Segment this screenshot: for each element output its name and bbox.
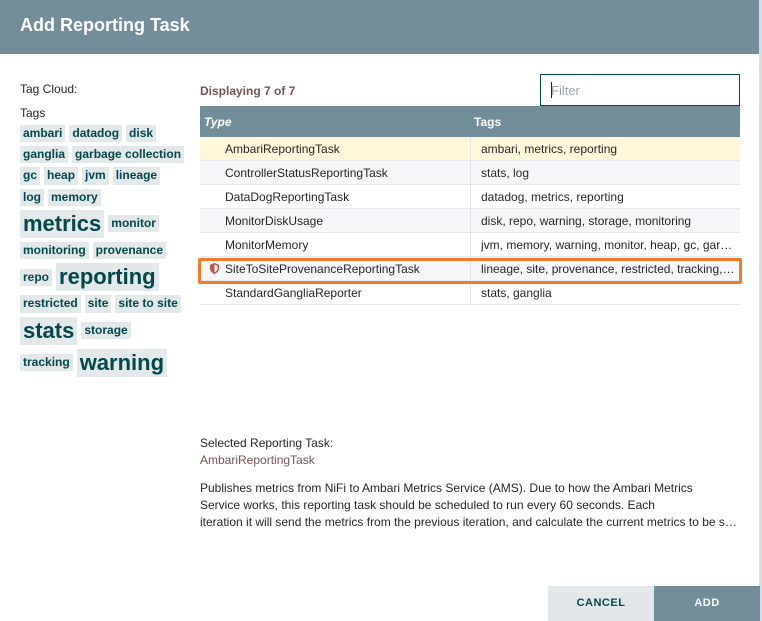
column-divider: [470, 185, 471, 209]
add-reporting-task-dialog: Add Reporting Task Tag Cloud: Tags ambar…: [0, 0, 762, 621]
table-row[interactable]: ControllerStatusReportingTask stats, log: [200, 161, 740, 185]
row-tags: lineage, site, provenance, restricted, t…: [481, 262, 737, 276]
row-type: StandardGangliaReporter: [225, 286, 362, 300]
tag-cloud-tag[interactable]: site to site: [115, 295, 181, 313]
tag-cloud-tag[interactable]: jvm: [82, 167, 109, 185]
column-divider: [470, 257, 471, 281]
column-divider: [470, 209, 471, 233]
column-header-tags[interactable]: Tags: [474, 115, 501, 129]
column-divider: [470, 161, 471, 185]
tag-cloud-tag[interactable]: metrics: [20, 209, 105, 238]
row-tags: datadog, metrics, reporting: [481, 190, 624, 204]
tag-cloud-tag[interactable]: lineage: [112, 167, 161, 185]
column-header-type[interactable]: Type: [204, 115, 232, 129]
description-line: iteration it will send the metrics from …: [200, 515, 740, 529]
table-row[interactable]: StandardGangliaReporter stats, ganglia: [200, 281, 740, 305]
row-type: DataDogReportingTask: [225, 190, 350, 204]
tag-cloud: ambari datadog disk ganglia garbage collecti…: [20, 125, 190, 381]
tag-cloud-tag[interactable]: garbage collection: [72, 146, 185, 164]
reporting-task-table: Type Tags AmbariReportingTask ambari, met…: [200, 106, 740, 305]
tag-cloud-tag[interactable]: memory: [48, 188, 101, 206]
selected-task-label: Selected Reporting Task:: [200, 436, 334, 450]
tag-cloud-tag[interactable]: ganglia: [20, 146, 69, 164]
tag-cloud-tag[interactable]: repo: [20, 268, 53, 286]
selected-task-name: AmbariReportingTask: [200, 453, 315, 467]
tag-cloud-tag[interactable]: gc: [20, 167, 41, 185]
table-row[interactable]: MonitorMemory jvm, memory, warning, monit…: [200, 233, 740, 257]
dialog-header: Add Reporting Task: [0, 0, 762, 54]
row-tags: stats, ganglia: [481, 286, 552, 300]
table-row[interactable]: AmbariReportingTask ambari, metrics, repo…: [200, 137, 740, 161]
tag-cloud-tag[interactable]: datadog: [69, 125, 123, 143]
row-type: ControllerStatusReportingTask: [225, 166, 388, 180]
tag-cloud-tag[interactable]: provenance: [92, 241, 167, 260]
text-cursor: [551, 82, 552, 98]
row-tags: ambari, metrics, reporting: [481, 142, 618, 156]
tag-cloud-tag[interactable]: monitoring: [20, 241, 89, 260]
column-divider: [470, 281, 471, 305]
row-tags: stats, log: [481, 166, 530, 180]
table-row[interactable]: DataDogReportingTask datadog, metrics, re…: [200, 185, 740, 209]
tag-cloud-tag[interactable]: stats: [20, 316, 78, 345]
dialog-title: Add Reporting Task: [20, 15, 190, 35]
table-row[interactable]: SiteToSiteProvenanceReportingTask lineage…: [200, 257, 740, 281]
filter-input[interactable]: [540, 74, 740, 106]
table-header: Type Tags: [200, 106, 740, 137]
row-tags: jvm, memory, warning, monitor, heap, gc,…: [481, 238, 737, 252]
restricted-shield-icon: [210, 263, 219, 274]
tag-cloud-tag[interactable]: ambari: [20, 125, 66, 143]
tag-cloud-tag[interactable]: disk: [126, 125, 157, 143]
tag-cloud-heading: Tag Cloud:: [20, 82, 78, 96]
tag-cloud-tag[interactable]: monitor: [108, 215, 159, 233]
displaying-count: Displaying 7 of 7: [200, 84, 296, 98]
tag-cloud-tag[interactable]: restricted: [20, 295, 81, 313]
column-divider: [470, 233, 471, 257]
row-type: MonitorMemory: [225, 238, 309, 252]
tag-cloud-tag[interactable]: tracking: [20, 354, 73, 372]
row-tags: disk, repo, warning, storage, monitoring: [481, 214, 692, 228]
tags-label: Tags: [20, 106, 46, 120]
tag-cloud-tag[interactable]: log: [20, 188, 44, 206]
column-divider: [470, 137, 471, 161]
tag-cloud-tag[interactable]: warning: [76, 348, 168, 377]
add-button[interactable]: ADD: [654, 586, 760, 621]
row-type: MonitorDiskUsage: [225, 214, 324, 228]
table-body: AmbariReportingTask ambari, metrics, repo…: [200, 137, 740, 305]
tag-cloud-tag[interactable]: site: [84, 295, 112, 313]
tag-cloud-tag[interactable]: reporting: [56, 263, 159, 292]
row-type: AmbariReportingTask: [225, 142, 340, 156]
tag-cloud-tag[interactable]: storage: [81, 322, 131, 340]
tag-cloud-tag[interactable]: heap: [44, 167, 79, 185]
description-line: Service works, this reporting task shoul…: [200, 498, 655, 512]
cancel-button[interactable]: CANCEL: [548, 586, 654, 621]
selected-task-description: Publishes metrics from NiFi to Ambari Me…: [200, 480, 740, 531]
row-type: SiteToSiteProvenanceReportingTask: [225, 262, 420, 276]
table-row[interactable]: MonitorDiskUsage disk, repo, warning, sto…: [200, 209, 740, 233]
description-line: Publishes metrics from NiFi to Ambari Me…: [200, 481, 693, 495]
